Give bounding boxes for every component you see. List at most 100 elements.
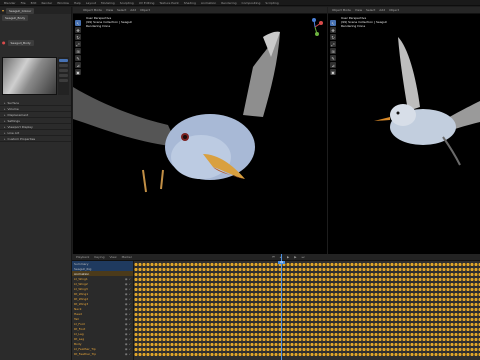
channel-label: Lt_Feather_Tip xyxy=(74,346,96,351)
visibility-icon[interactable]: ◉ ✓ xyxy=(125,307,133,311)
menu-item[interactable]: Render xyxy=(41,1,52,5)
channel-label: Lt_Wing1 xyxy=(74,276,88,281)
playback-menu[interactable]: Playback xyxy=(76,255,89,259)
menu-item[interactable]: Edit xyxy=(31,1,37,5)
keyframe-row[interactable] xyxy=(134,278,480,281)
viewport-right[interactable]: Object Mode View Select Add Object User … xyxy=(328,7,480,254)
preview-hair-button[interactable] xyxy=(59,69,68,72)
material-icon: ● xyxy=(2,40,6,45)
workspace-tab[interactable]: Layout xyxy=(86,1,96,5)
keyframe-row[interactable] xyxy=(134,333,480,336)
keyframe-row[interactable] xyxy=(134,338,480,341)
preview-world-button[interactable] xyxy=(59,74,68,77)
top-menu-bar: Blender File Edit Render Window Help Lay… xyxy=(0,0,480,6)
workspace-tab[interactable]: Texture Paint xyxy=(159,1,178,5)
keyframe-row[interactable] xyxy=(134,268,480,271)
material-preview-image xyxy=(2,57,57,95)
channel-label: Tail xyxy=(74,316,79,321)
channel-bone[interactable]: Rt_Feather_Tip ◉ ✓ xyxy=(72,351,133,356)
current-frame-label: 99 xyxy=(278,261,285,264)
workspace-tab[interactable]: Modeling xyxy=(101,1,115,5)
view-menu[interactable]: View xyxy=(109,255,116,259)
keyframe-row[interactable] xyxy=(134,303,480,306)
visibility-icon[interactable]: ◉ ✓ xyxy=(125,332,133,336)
menu-item[interactable]: Blender xyxy=(4,1,16,5)
visibility-icon[interactable]: ◉ ✓ xyxy=(125,317,133,321)
keyframe-row[interactable] xyxy=(134,353,480,356)
channel-list: Summary Seagull_Rig Animation Lt_Wing1 ◉ … xyxy=(72,261,134,360)
playhead[interactable] xyxy=(281,254,282,360)
keyframe-row[interactable] xyxy=(134,273,480,276)
visibility-icon[interactable]: ◉ ✓ xyxy=(125,352,133,356)
keyframe-row[interactable] xyxy=(134,263,480,266)
channel-label: Rt_Feather_Tip xyxy=(74,351,97,356)
visibility-icon[interactable]: ◉ ✓ xyxy=(125,322,133,326)
keyframe-row[interactable] xyxy=(134,323,480,326)
visibility-icon[interactable]: ◉ ✓ xyxy=(125,297,133,301)
workspace-tab[interactable]: UV Editing xyxy=(139,1,155,5)
visibility-icon[interactable]: ◉ ✓ xyxy=(125,342,133,346)
channel-label: Neck xyxy=(74,306,82,311)
workspace-tab[interactable]: Animation xyxy=(201,1,216,5)
keyframe-row[interactable] xyxy=(134,318,480,321)
keyframe-row[interactable] xyxy=(134,288,480,291)
visibility-icon[interactable]: ◉ ✓ xyxy=(125,312,133,316)
datablock-selector[interactable]: Seagull_Body xyxy=(2,14,29,21)
visibility-icon[interactable]: ◉ ✓ xyxy=(125,287,133,291)
menu-item[interactable]: Help xyxy=(74,1,81,5)
workspace-tab[interactable]: Rendering xyxy=(221,1,236,5)
object-name-field[interactable]: Seagull_Colour xyxy=(6,7,35,14)
menu-item[interactable]: File xyxy=(21,1,26,5)
keyframe-row[interactable] xyxy=(134,293,480,296)
visibility-icon[interactable]: ◉ ✓ xyxy=(125,302,133,306)
workspace-tab[interactable]: Scripting xyxy=(265,1,278,5)
dopesheet-editor: Playback Keying View Marker ⏮ ◀ ▶ ▶ ⏭ Su… xyxy=(72,254,480,360)
keyframe-row[interactable] xyxy=(134,343,480,346)
visibility-icon[interactable]: ◉ ✓ xyxy=(125,277,133,281)
channel-label: Lt_Foot xyxy=(74,321,85,326)
material-row: ● Seagull_Body xyxy=(0,39,71,46)
workspace-tab[interactable]: Shading xyxy=(184,1,196,5)
datablock-row: Seagull_Body xyxy=(0,14,71,21)
keying-menu[interactable]: Keying xyxy=(94,255,104,259)
seagull-model-side xyxy=(374,37,480,166)
jump-end-icon[interactable]: ⏭ xyxy=(302,255,305,259)
next-key-icon[interactable]: ▶ xyxy=(294,255,296,259)
visibility-icon[interactable]: ◉ ✓ xyxy=(125,282,133,286)
visibility-icon[interactable]: ◉ ✓ xyxy=(125,337,133,341)
material-selector[interactable]: Seagull_Body xyxy=(7,39,34,46)
play-icon[interactable]: ▶ xyxy=(287,255,289,259)
keyframe-row[interactable] xyxy=(134,328,480,331)
keyframe-area[interactable] xyxy=(134,261,480,360)
menu-item[interactable]: Window xyxy=(57,1,69,5)
keyframe-row[interactable] xyxy=(134,313,480,316)
channel-label: Body xyxy=(74,341,82,346)
section-custom-properties[interactable]: Custom Properties xyxy=(0,136,71,142)
visibility-icon[interactable]: ◉ ✓ xyxy=(125,327,133,331)
preview-cloth-button[interactable] xyxy=(59,79,68,82)
channel-label: Animation xyxy=(74,271,90,276)
viewport-left[interactable]: Object Mode View Select Add Object User … xyxy=(73,7,327,254)
preview-cube-button[interactable] xyxy=(59,64,68,67)
visibility-icon[interactable]: ◉ ✓ xyxy=(125,347,133,351)
object-icon: ▾ xyxy=(2,8,5,13)
channel-label: Summary xyxy=(74,261,89,266)
keyframe-row[interactable] xyxy=(134,298,480,301)
visibility-icon[interactable]: ◉ ✓ xyxy=(125,292,133,296)
channel-label: Seagull_Rig xyxy=(74,266,92,271)
channel-label: Rt_Wing1 xyxy=(74,291,89,296)
workspace-tab[interactable]: Sculpting xyxy=(120,1,134,5)
keyframe-row[interactable] xyxy=(134,283,480,286)
keyframe-row[interactable] xyxy=(134,348,480,351)
preview-type-strip xyxy=(58,57,69,95)
channel-label: Rt_Wing3 xyxy=(74,301,89,306)
jump-start-icon[interactable]: ⏮ xyxy=(272,255,275,259)
marker-menu[interactable]: Marker xyxy=(122,255,132,259)
seagull-model-front xyxy=(73,31,280,193)
channel-label: Lt_Leg xyxy=(74,331,84,336)
keyframe-row[interactable] xyxy=(134,308,480,311)
preview-sphere-button[interactable] xyxy=(59,59,68,62)
channel-label: Lt_Wing3 xyxy=(74,286,88,291)
dopesheet-header: Playback Keying View Marker ⏮ ◀ ▶ ▶ ⏭ xyxy=(72,254,480,261)
workspace-tab[interactable]: Compositing xyxy=(242,1,261,5)
